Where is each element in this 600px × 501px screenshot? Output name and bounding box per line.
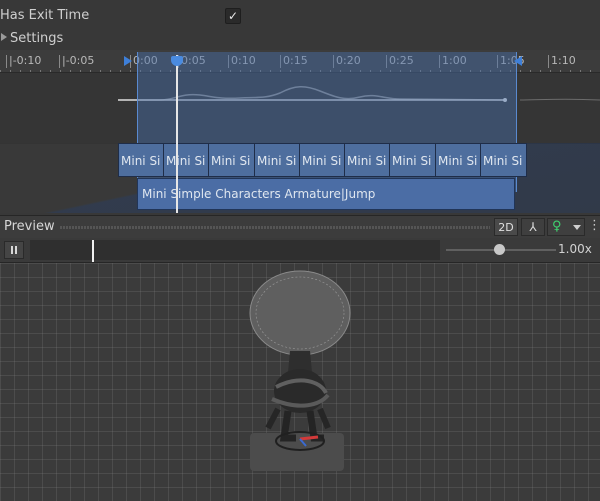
source-clip-cycle: Mini Si — [480, 143, 527, 177]
foldout-arrow-icon — [1, 33, 7, 41]
avatar-icon: ♀ — [552, 219, 562, 234]
settings-foldout[interactable]: Settings — [0, 29, 600, 49]
source-clip-cycle: Mini Si — [254, 143, 301, 177]
toggle-2d-button[interactable]: 2D — [494, 218, 518, 236]
source-clip-cycle: Mini Si — [344, 143, 391, 177]
has-exit-time-row: Has Exit Time ✓ — [0, 5, 600, 27]
playback-bar: 1.00x — [0, 238, 600, 263]
source-clip-cycle: Mini Si — [299, 143, 346, 177]
preview-drag-grip[interactable] — [60, 226, 490, 229]
transition-end-marker[interactable] — [514, 56, 522, 66]
transition-timeline[interactable]: |-0:10 |-0:05 0:00 0:05 0:10 0:15 0:20 0… — [0, 50, 600, 213]
character-model — [249, 270, 351, 451]
chevron-down-icon — [573, 225, 581, 230]
preview-title: Preview — [4, 219, 55, 234]
has-exit-time-label: Has Exit Time — [0, 8, 90, 23]
scrubber-playhead[interactable] — [92, 240, 94, 262]
ruler-tick: |-0:05 — [58, 54, 95, 68]
source-clip-cycle: Mini Si — [435, 143, 482, 177]
speed-value: 1.00x — [558, 242, 592, 256]
pause-icon[interactable] — [4, 241, 24, 259]
source-clip-track[interactable]: Mini Si Mini Si Mini Si Mini Si Mini Si … — [118, 143, 528, 178]
speed-slider-knob[interactable] — [494, 244, 505, 255]
has-exit-time-checkbox[interactable]: ✓ — [225, 8, 241, 24]
more-icon[interactable]: ⋮ — [588, 218, 600, 236]
destination-clip-bar[interactable]: Mini Simple Characters Armature|Jump — [137, 178, 515, 210]
avatar-dropdown-button[interactable]: ♀ — [547, 218, 585, 236]
preview-scrubber[interactable] — [30, 240, 440, 262]
settings-label: Settings — [10, 31, 64, 46]
source-clip-cycle: Mini Si — [208, 143, 255, 177]
preview-viewport[interactable] — [0, 263, 600, 501]
source-clip-cycle: Mini Si — [389, 143, 436, 177]
timeline-playhead[interactable] — [176, 55, 178, 213]
source-clip-cycle: Mini Si — [163, 143, 210, 177]
ruler-tick: |-0:10 — [5, 54, 42, 68]
source-clip-cycle: Mini Si — [118, 143, 165, 177]
ruler-tick: 1:10 — [548, 54, 576, 68]
pivot-toggle-button[interactable]: ⅄ — [521, 218, 545, 236]
preview-toolbar: Preview 2D ⅄ ♀ ⋮ — [0, 215, 600, 239]
pivot-icon: ⅄ — [529, 220, 537, 234]
transition-start-marker[interactable] — [124, 56, 132, 66]
